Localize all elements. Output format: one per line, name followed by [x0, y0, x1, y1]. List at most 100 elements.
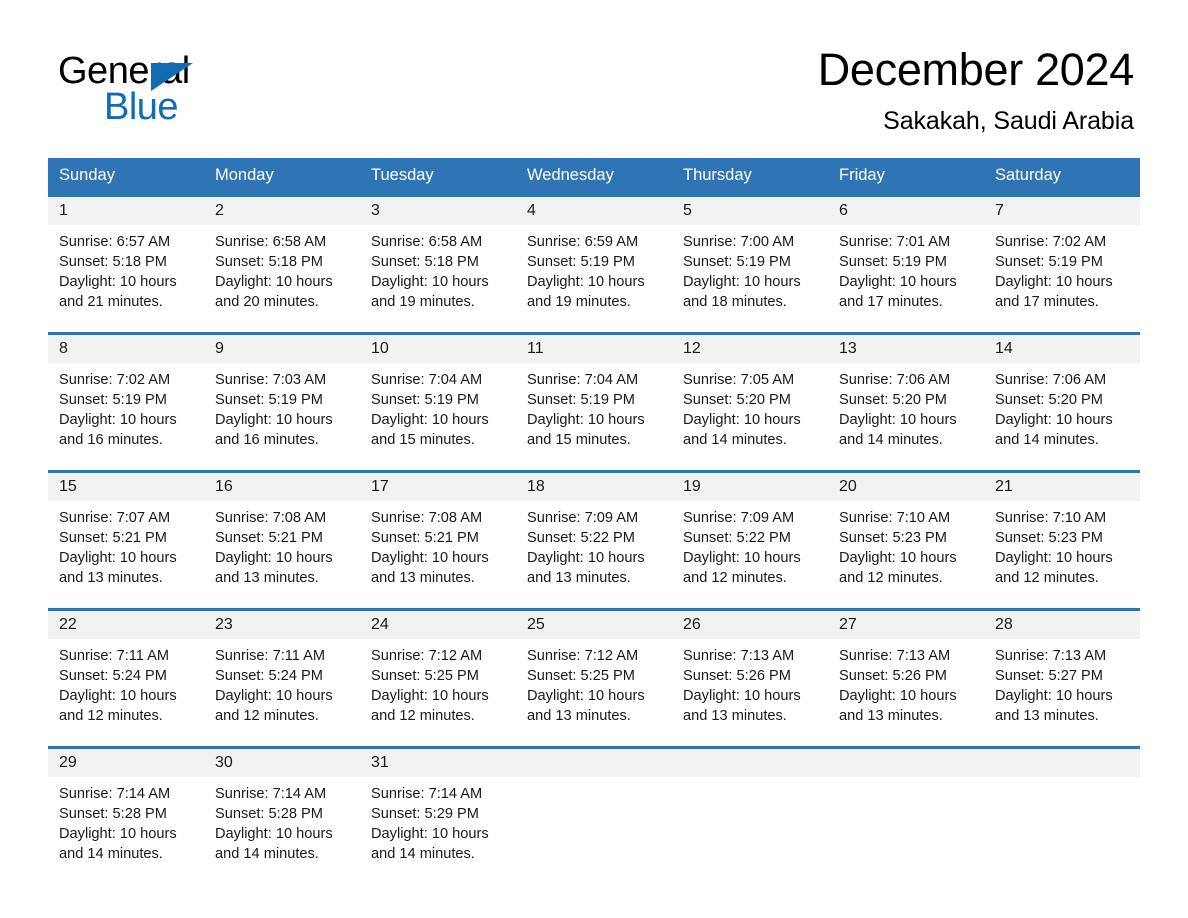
sunrise-text: Sunrise: 7:12 AM — [371, 647, 483, 664]
daylight-text: Daylight: 10 hours and 14 minutes. — [683, 411, 801, 448]
daylight-text: Daylight: 10 hours and 12 minutes. — [371, 687, 489, 724]
day-details: Sunrise: 7:14 AM Sunset: 5:28 PM Daylight:… — [48, 777, 204, 864]
sunset-text: Sunset: 5:19 PM — [215, 391, 323, 408]
day-number: 18 — [516, 472, 672, 501]
calendar-header-row: Sunday Monday Tuesday Wednesday Thursday… — [48, 158, 1140, 196]
sunset-text: Sunset: 5:20 PM — [683, 391, 791, 408]
calendar-day-cell-empty — [984, 745, 1140, 884]
day-details: Sunrise: 7:08 AM Sunset: 5:21 PM Daylight:… — [204, 501, 360, 588]
day-details: Sunrise: 7:12 AM Sunset: 5:25 PM Daylight:… — [516, 639, 672, 726]
calendar-day-cell[interactable]: 15 Sunrise: 7:07 AM Sunset: 5:21 PM Dayligh… — [48, 469, 204, 610]
sunrise-text: Sunrise: 6:57 AM — [59, 233, 171, 250]
calendar-day-cell[interactable]: 26 Sunrise: 7:13 AM Sunset: 5:26 PM Dayligh… — [672, 607, 828, 748]
calendar-day-cell[interactable]: 19 Sunrise: 7:09 AM Sunset: 5:22 PM Dayligh… — [672, 469, 828, 610]
calendar-day-cell[interactable]: 24 Sunrise: 7:12 AM Sunset: 5:25 PM Dayligh… — [360, 607, 516, 748]
day-details: Sunrise: 7:14 AM Sunset: 5:28 PM Daylight:… — [204, 777, 360, 864]
sunset-text: Sunset: 5:27 PM — [995, 667, 1103, 684]
sunset-text: Sunset: 5:22 PM — [527, 529, 635, 546]
sunset-text: Sunset: 5:19 PM — [59, 391, 167, 408]
day-details: Sunrise: 7:02 AM Sunset: 5:19 PM Daylight:… — [984, 225, 1140, 312]
calendar-day-cell[interactable]: 12 Sunrise: 7:05 AM Sunset: 5:20 PM Dayligh… — [672, 331, 828, 472]
calendar-day-cell[interactable]: 11 Sunrise: 7:04 AM Sunset: 5:19 PM Dayligh… — [516, 331, 672, 472]
calendar-day-cell[interactable]: 21 Sunrise: 7:10 AM Sunset: 5:23 PM Dayligh… — [984, 469, 1140, 610]
sunrise-text: Sunrise: 7:04 AM — [527, 371, 639, 388]
day-details: Sunrise: 7:08 AM Sunset: 5:21 PM Daylight:… — [360, 501, 516, 588]
calendar-day-cell[interactable]: 13 Sunrise: 7:06 AM Sunset: 5:20 PM Dayligh… — [828, 331, 984, 472]
sunset-text: Sunset: 5:18 PM — [215, 253, 323, 270]
day-details: Sunrise: 7:07 AM Sunset: 5:21 PM Daylight:… — [48, 501, 204, 588]
sunset-text: Sunset: 5:18 PM — [371, 253, 479, 270]
page-title: December 2024 — [817, 44, 1135, 95]
daylight-text: Daylight: 10 hours and 21 minutes. — [59, 273, 177, 310]
calendar-day-cell[interactable]: 9 Sunrise: 7:03 AM Sunset: 5:19 PM Daylight… — [204, 331, 360, 472]
sunrise-text: Sunrise: 7:00 AM — [683, 233, 795, 250]
day-details: Sunrise: 7:09 AM Sunset: 5:22 PM Daylight:… — [672, 501, 828, 588]
day-details: Sunrise: 7:00 AM Sunset: 5:19 PM Daylight:… — [672, 225, 828, 312]
sunrise-text: Sunrise: 7:14 AM — [215, 785, 327, 802]
calendar-week-row: 29 Sunrise: 7:14 AM Sunset: 5:28 PM Dayligh… — [48, 745, 1140, 884]
weekday-header-friday: Friday — [828, 158, 984, 196]
calendar-day-cell[interactable]: 7 Sunrise: 7:02 AM Sunset: 5:19 PM Daylight… — [984, 193, 1140, 334]
weekday-header-saturday: Saturday — [984, 158, 1140, 196]
calendar-week-row: 1 Sunrise: 6:57 AM Sunset: 5:18 PM Daylight… — [48, 193, 1140, 334]
day-number: 7 — [984, 196, 1140, 225]
calendar-day-cell[interactable]: 4 Sunrise: 6:59 AM Sunset: 5:19 PM Daylight… — [516, 193, 672, 334]
day-number: 27 — [828, 610, 984, 639]
sunrise-text: Sunrise: 7:12 AM — [527, 647, 639, 664]
day-details: Sunrise: 7:10 AM Sunset: 5:23 PM Daylight:… — [984, 501, 1140, 588]
daylight-text: Daylight: 10 hours and 13 minutes. — [527, 549, 645, 586]
day-number — [516, 748, 672, 777]
day-number: 6 — [828, 196, 984, 225]
daylight-text: Daylight: 10 hours and 19 minutes. — [527, 273, 645, 310]
daylight-text: Daylight: 10 hours and 16 minutes. — [59, 411, 177, 448]
sunrise-text: Sunrise: 7:08 AM — [215, 509, 327, 526]
calendar-day-cell[interactable]: 29 Sunrise: 7:14 AM Sunset: 5:28 PM Dayligh… — [48, 745, 204, 884]
day-details: Sunrise: 7:14 AM Sunset: 5:29 PM Daylight:… — [360, 777, 516, 864]
sunset-text: Sunset: 5:19 PM — [371, 391, 479, 408]
sunset-text: Sunset: 5:23 PM — [995, 529, 1103, 546]
sunset-text: Sunset: 5:24 PM — [59, 667, 167, 684]
calendar-day-cell[interactable]: 22 Sunrise: 7:11 AM Sunset: 5:24 PM Dayligh… — [48, 607, 204, 748]
sunrise-text: Sunrise: 7:10 AM — [995, 509, 1107, 526]
calendar-day-cell[interactable]: 23 Sunrise: 7:11 AM Sunset: 5:24 PM Dayligh… — [204, 607, 360, 748]
calendar-day-cell[interactable]: 6 Sunrise: 7:01 AM Sunset: 5:19 PM Daylight… — [828, 193, 984, 334]
calendar-day-cell[interactable]: 30 Sunrise: 7:14 AM Sunset: 5:28 PM Dayligh… — [204, 745, 360, 884]
calendar-day-cell[interactable]: 10 Sunrise: 7:04 AM Sunset: 5:19 PM Dayligh… — [360, 331, 516, 472]
day-number: 29 — [48, 748, 204, 777]
daylight-text: Daylight: 10 hours and 20 minutes. — [215, 273, 333, 310]
sunset-text: Sunset: 5:26 PM — [683, 667, 791, 684]
calendar-day-cell[interactable]: 18 Sunrise: 7:09 AM Sunset: 5:22 PM Dayligh… — [516, 469, 672, 610]
day-details: Sunrise: 6:59 AM Sunset: 5:19 PM Daylight:… — [516, 225, 672, 312]
calendar-day-cell[interactable]: 1 Sunrise: 6:57 AM Sunset: 5:18 PM Daylight… — [48, 193, 204, 334]
sunrise-text: Sunrise: 7:08 AM — [371, 509, 483, 526]
calendar-day-cell[interactable]: 14 Sunrise: 7:06 AM Sunset: 5:20 PM Dayligh… — [984, 331, 1140, 472]
daylight-text: Daylight: 10 hours and 14 minutes. — [215, 825, 333, 862]
calendar-day-cell[interactable]: 17 Sunrise: 7:08 AM Sunset: 5:21 PM Dayligh… — [360, 469, 516, 610]
calendar-day-cell[interactable]: 25 Sunrise: 7:12 AM Sunset: 5:25 PM Dayligh… — [516, 607, 672, 748]
calendar-day-cell[interactable]: 5 Sunrise: 7:00 AM Sunset: 5:19 PM Daylight… — [672, 193, 828, 334]
daylight-text: Daylight: 10 hours and 14 minutes. — [371, 825, 489, 862]
sunrise-text: Sunrise: 7:10 AM — [839, 509, 951, 526]
daylight-text: Daylight: 10 hours and 18 minutes. — [683, 273, 801, 310]
daylight-text: Daylight: 10 hours and 14 minutes. — [995, 411, 1113, 448]
calendar-day-cell[interactable]: 2 Sunrise: 6:58 AM Sunset: 5:18 PM Daylight… — [204, 193, 360, 334]
calendar-day-cell[interactable]: 20 Sunrise: 7:10 AM Sunset: 5:23 PM Dayligh… — [828, 469, 984, 610]
calendar-day-cell[interactable]: 31 Sunrise: 7:14 AM Sunset: 5:29 PM Dayligh… — [360, 745, 516, 884]
day-details: Sunrise: 7:04 AM Sunset: 5:19 PM Daylight:… — [360, 363, 516, 450]
daylight-text: Daylight: 10 hours and 13 minutes. — [215, 549, 333, 586]
sunset-text: Sunset: 5:21 PM — [371, 529, 479, 546]
calendar-day-cell[interactable]: 27 Sunrise: 7:13 AM Sunset: 5:26 PM Dayligh… — [828, 607, 984, 748]
day-details: Sunrise: 7:10 AM Sunset: 5:23 PM Daylight:… — [828, 501, 984, 588]
calendar-day-cell[interactable]: 8 Sunrise: 7:02 AM Sunset: 5:19 PM Daylight… — [48, 331, 204, 472]
calendar-day-cell[interactable]: 16 Sunrise: 7:08 AM Sunset: 5:21 PM Dayligh… — [204, 469, 360, 610]
calendar-day-cell[interactable]: 28 Sunrise: 7:13 AM Sunset: 5:27 PM Dayligh… — [984, 607, 1140, 748]
sunrise-text: Sunrise: 7:02 AM — [995, 233, 1107, 250]
calendar-day-cell-empty — [672, 745, 828, 884]
weekday-header-tuesday: Tuesday — [360, 158, 516, 196]
daylight-text: Daylight: 10 hours and 13 minutes. — [371, 549, 489, 586]
calendar-day-cell[interactable]: 3 Sunrise: 6:58 AM Sunset: 5:18 PM Daylight… — [360, 193, 516, 334]
day-number: 30 — [204, 748, 360, 777]
sunrise-text: Sunrise: 7:03 AM — [215, 371, 327, 388]
day-details: Sunrise: 7:13 AM Sunset: 5:27 PM Daylight:… — [984, 639, 1140, 726]
sunrise-text: Sunrise: 7:14 AM — [371, 785, 483, 802]
